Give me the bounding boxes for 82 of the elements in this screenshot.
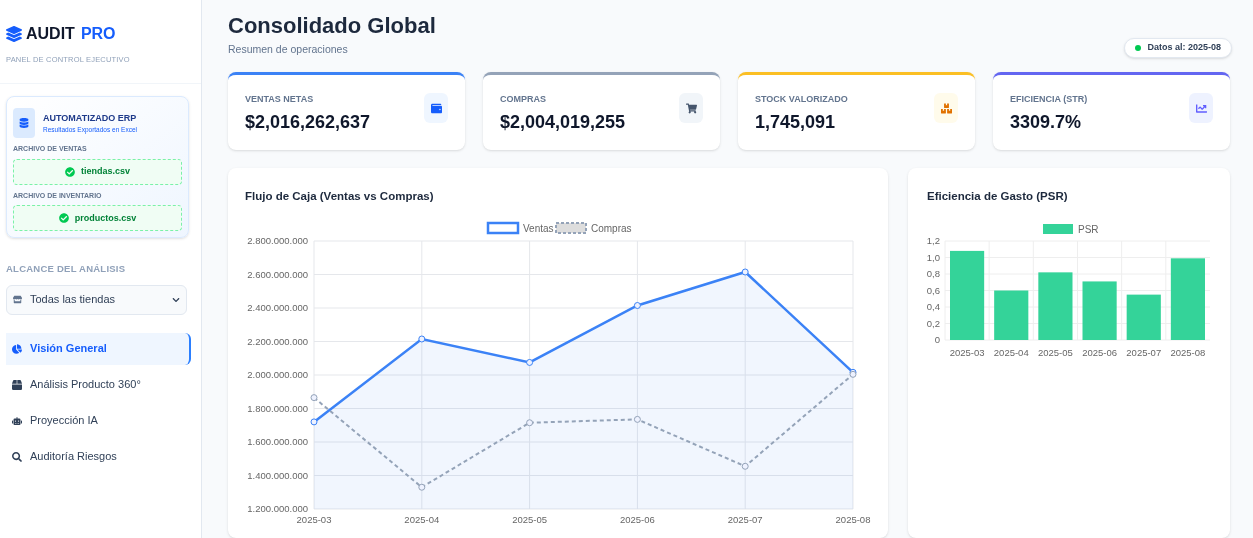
nav-item[interactable]: Visión General xyxy=(6,332,191,365)
data-point xyxy=(741,463,749,471)
layers-icon xyxy=(6,26,22,42)
data-point xyxy=(418,335,426,343)
y-axis-label: 1,0 xyxy=(926,251,940,263)
cart-icon xyxy=(679,93,703,123)
date-badge: Datos al: 2025-08 xyxy=(1124,38,1232,58)
data-point xyxy=(741,268,749,276)
brand-accent: PRO xyxy=(80,24,116,44)
y-axis-label: 0,6 xyxy=(926,284,940,296)
store-select[interactable]: Todas las tiendas xyxy=(6,284,187,315)
stat-label: STOCK VALORIZADO xyxy=(755,93,848,106)
data-point xyxy=(418,484,426,491)
y-axis-label: 1.200.000.000 xyxy=(247,503,308,515)
stat-label: COMPRAS xyxy=(500,93,547,106)
y-axis-label: 0 xyxy=(934,334,940,346)
search-icon xyxy=(12,451,22,462)
x-axis-label: 2025-06 xyxy=(1082,347,1117,359)
stat-value: $2,004,019,255 xyxy=(500,110,626,134)
legend-swatch xyxy=(486,222,520,235)
store-icon xyxy=(13,295,22,304)
nav-item[interactable]: Proyección IA xyxy=(6,404,191,437)
page-title: Consolidado Global xyxy=(228,12,436,40)
y-axis-label: 1.800.000.000 xyxy=(247,402,308,414)
pie-chart-icon xyxy=(12,343,22,354)
boxes-icon xyxy=(934,93,958,123)
data-point xyxy=(310,418,318,426)
legend-label: PSR xyxy=(1078,224,1099,236)
y-axis-label: 2.800.000.000 xyxy=(247,235,308,247)
legend-label: Ventas xyxy=(523,223,554,235)
legend-swatch xyxy=(555,222,587,235)
x-axis-label: 2025-06 xyxy=(619,514,655,526)
data-point xyxy=(526,359,534,367)
stat-label: EFICIENCIA (STR) xyxy=(1010,93,1088,106)
nav-item[interactable]: Análisis Producto 360° xyxy=(6,368,191,401)
stat-value: 1,745,091 xyxy=(755,110,837,134)
stat-value: 3309.7% xyxy=(1010,110,1083,134)
y-axis-label: 2.400.000.000 xyxy=(247,302,308,314)
data-point xyxy=(526,419,534,427)
x-axis-label: 2025-03 xyxy=(949,347,985,359)
y-axis-label: 1.400.000.000 xyxy=(247,469,308,481)
check-icon xyxy=(58,213,69,224)
y-axis-label: 2.200.000.000 xyxy=(247,335,308,347)
stat-label: VENTAS NETAS xyxy=(245,93,315,106)
data-point xyxy=(310,394,318,402)
x-axis-label: 2025-07 xyxy=(727,514,763,526)
data-point xyxy=(633,302,641,310)
x-axis-label: 2025-08 xyxy=(1170,347,1206,359)
y-axis-label: 2.000.000.000 xyxy=(247,369,308,381)
database-icon xyxy=(13,108,35,139)
x-axis-label: 2025-08 xyxy=(835,514,871,526)
stat-value: $2,016,262,637 xyxy=(245,110,371,134)
nav-item[interactable]: Auditoría Riesgos xyxy=(6,440,191,473)
x-axis-label: 2025-05 xyxy=(1038,347,1073,359)
box-icon xyxy=(12,379,22,390)
chart-title: Flujo de Caja (Ventas vs Compras) xyxy=(244,189,435,204)
chart-title: Eficiencia de Gasto (PSR) xyxy=(926,189,1069,204)
legend-swatch xyxy=(1043,224,1073,235)
y-axis-label: 1,2 xyxy=(926,235,940,247)
x-axis-label: 2025-07 xyxy=(1126,347,1162,359)
page-subtitle: Resumen de operaciones xyxy=(228,41,349,57)
robot-icon xyxy=(12,415,22,426)
x-axis-label: 2025-04 xyxy=(993,347,1029,359)
scope-label: ALCANCE DEL ANÁLISIS xyxy=(5,262,127,277)
x-axis-label: 2025-03 xyxy=(296,514,332,526)
x-axis-label: 2025-04 xyxy=(404,514,440,526)
brand-name: AUDIT xyxy=(26,24,75,44)
data-point xyxy=(633,416,641,424)
y-axis-label: 0,8 xyxy=(926,268,940,280)
chevron-down-icon xyxy=(172,295,180,304)
check-icon xyxy=(65,166,75,177)
y-axis-label: 2.600.000.000 xyxy=(247,268,308,280)
legend-label: Compras xyxy=(591,223,632,235)
y-axis-label: 1.600.000.000 xyxy=(247,436,308,448)
line-chart-icon xyxy=(1189,93,1213,123)
x-axis-label: 2025-05 xyxy=(512,514,548,526)
y-axis-label: 0,2 xyxy=(926,317,940,329)
file-chip: tiendas.csv xyxy=(13,158,182,185)
erp-title: AUTOMATIZADO ERP xyxy=(43,111,137,125)
wallet-icon xyxy=(424,93,448,123)
file-chip: productos.csv xyxy=(13,205,182,232)
y-axis-label: 0,4 xyxy=(926,301,940,313)
